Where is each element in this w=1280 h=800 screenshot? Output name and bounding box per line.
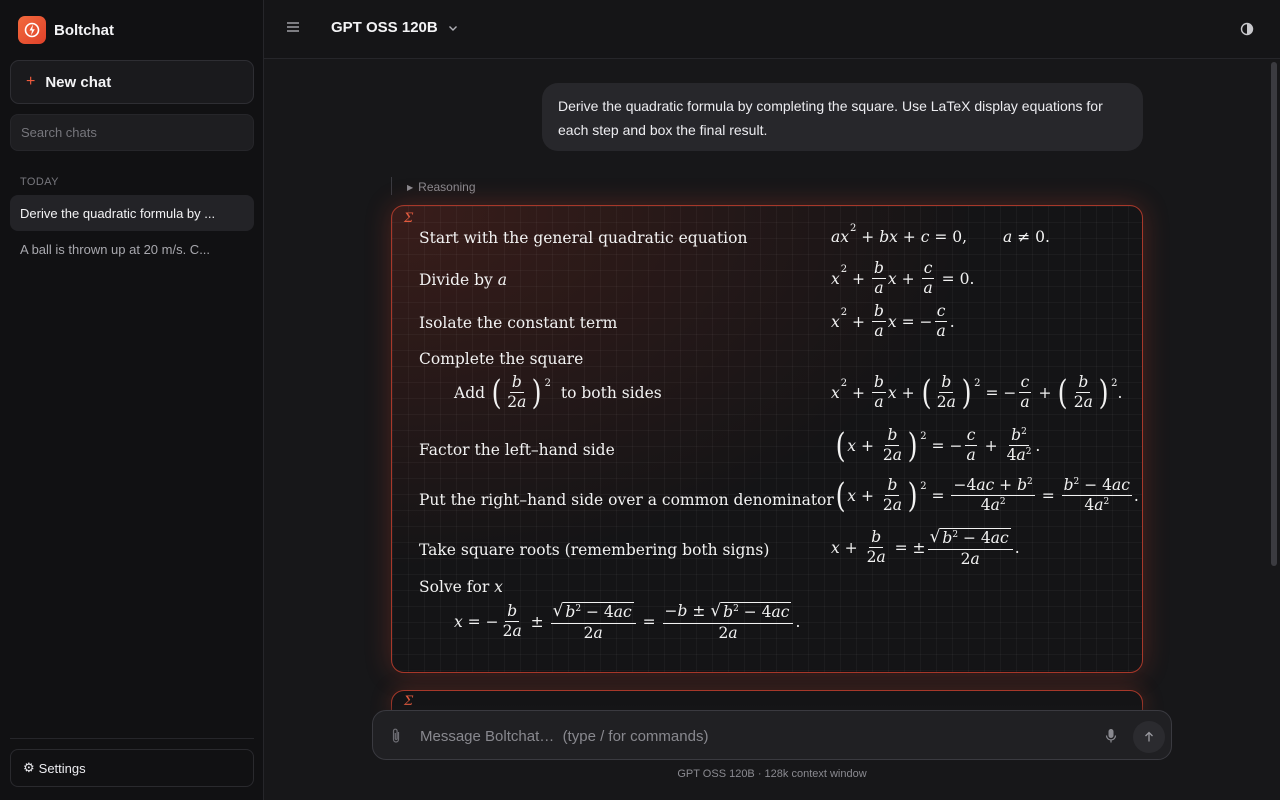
chat-item[interactable]: A ball is thrown up at 20 m/s. C... [10,231,254,267]
step-label: Divide by a [419,271,507,289]
step-label: Isolate the constant term [419,314,618,332]
composer [372,710,1172,760]
section-label-today: TODAY [20,176,59,188]
step-label: Solve for x [419,578,503,596]
sidebar-divider [10,738,254,739]
menu-icon[interactable] [286,20,304,38]
step-equation: (x + b 2a) 2 = − c a + b2 4a2. [835,425,1041,466]
topbar: GPT OSS 120B [264,0,1280,59]
chat-item-title: Derive the quadratic formula by ... [20,205,216,221]
reasoning-rule [391,177,392,195]
user-message: Derive the quadratic formula by completi… [542,83,1143,151]
footer-note: GPT OSS 120B · 128k context window [677,768,867,780]
new-chat-button[interactable]: + New chat [10,60,254,104]
gear-icon: ⚙ [23,760,35,775]
model-name: GPT OSS 120B [331,19,438,36]
plus-icon: + [26,73,36,90]
send-button[interactable] [1133,721,1165,753]
conversation-area: Derive the quadratic formula by completi… [264,60,1280,800]
math-block: Σ Start with the general quadratic equat… [391,205,1143,673]
search-chats-input[interactable] [10,114,254,151]
brand[interactable]: Boltchat [18,16,114,44]
step-equation: x2 + bax + ca = 0. [831,259,975,298]
settings-label: Settings [38,760,86,776]
step-label: Put the right–hand side over a common de… [419,491,834,509]
step-equation: ax 2 + bx + c = 0, a ≠ 0. [831,222,1050,247]
microphone-icon[interactable] [1105,728,1117,744]
chevron-down-icon [448,25,457,31]
step-label: Start with the general quadratic equatio… [419,229,748,247]
settings-button[interactable]: ⚙ Settings [10,749,254,787]
step-equation: (x + b 2a) 2 = −4ac + b2 4a2 = b2 − 4ac 4a2. [835,475,1139,516]
model-selector[interactable]: GPT OSS 120B [331,19,459,36]
step-label: Add (b 2a) 2 to both sides [454,372,662,413]
arrow-up-icon [1145,731,1153,742]
message-input[interactable] [420,724,1070,748]
sidebar: Boltchat + New chat TODAY Derive the qua… [0,0,264,800]
app-name: Boltchat [54,21,114,39]
step-label: Take square roots (remembering both sign… [419,541,770,559]
paperclip-icon[interactable] [389,727,403,745]
step-equation: x + b 2a = ± √ b2 − 4ac 2a. [831,527,1020,568]
step-equation: x2 + bax + (b 2a) 2 = − c a + (b 2a) 2. [831,372,1123,413]
reasoning-toggle[interactable]: ▶ Reasoning [407,180,476,194]
reasoning-label: Reasoning [418,180,476,194]
step-equation: x2 + bax = − c a. [831,302,955,341]
chat-item-active[interactable]: Derive the quadratic formula by ... [10,195,254,231]
caret-right-icon: ▶ [407,183,414,192]
chat-item-title: A ball is thrown up at 20 m/s. C... [20,241,211,257]
theme-toggle-icon[interactable] [1240,22,1254,36]
sigma-icon: Σ [404,211,414,226]
bolt-logo-icon [18,16,46,44]
final-equation: x = − b 2a ± √ b2 − 4ac 2a = −b ± √ b2 − 4ac 2… [454,601,801,642]
step-label: Complete the square [419,350,584,368]
new-chat-label: New chat [45,73,112,91]
step-label: Factor the left–hand side [419,441,615,459]
scrollbar[interactable] [1271,62,1277,566]
